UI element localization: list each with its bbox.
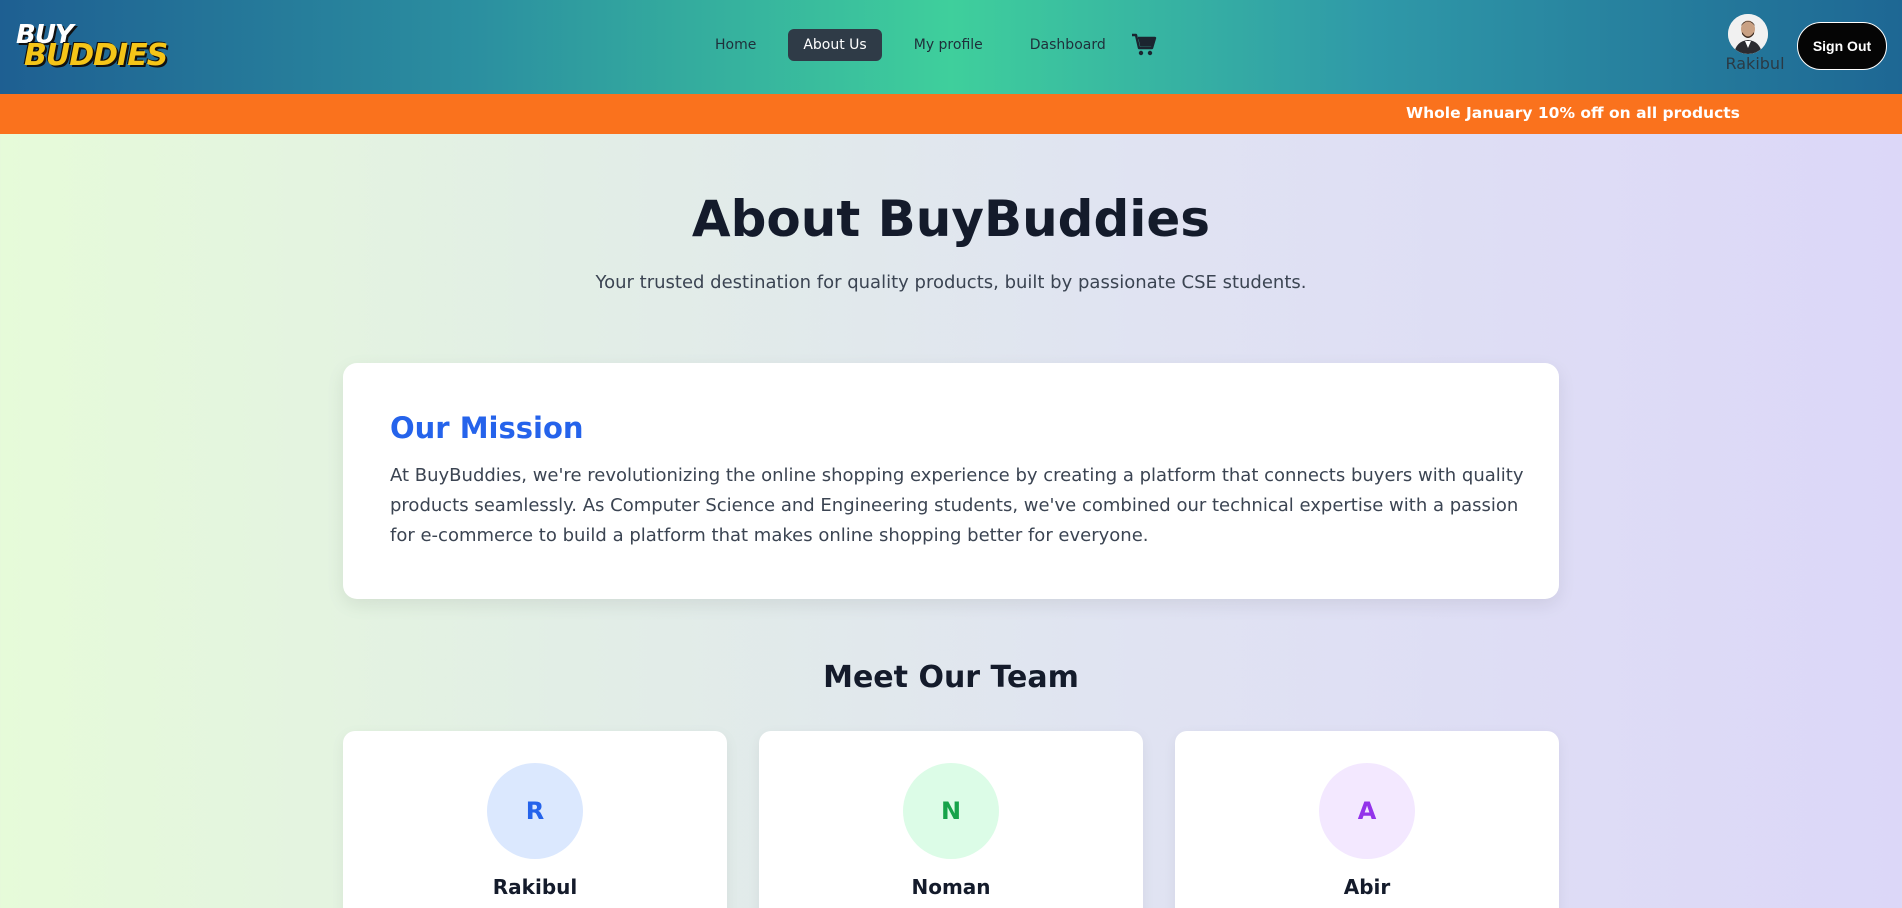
team-avatar: A <box>1319 763 1415 859</box>
user-name: Rakibul <box>1725 54 1785 73</box>
team-section-title: Meet Our Team <box>823 660 1079 695</box>
page-title: About BuyBuddies <box>691 190 1211 248</box>
nav-my-profile[interactable]: My profile <box>899 29 998 61</box>
team-avatar: R <box>487 763 583 859</box>
user-avatar[interactable] <box>1728 14 1768 54</box>
mission-title: Our Mission <box>390 411 584 445</box>
logo-bottom-text: BUDDIES <box>24 38 168 73</box>
navbar: BUY BUDDIES Home About Us My profile Das… <box>0 0 1902 94</box>
nav-about-us[interactable]: About Us <box>788 29 882 61</box>
team-avatar: N <box>903 763 999 859</box>
nav-dashboard[interactable]: Dashboard <box>1015 29 1121 61</box>
brand-logo[interactable]: BUY BUDDIES <box>14 20 168 73</box>
sign-out-button[interactable]: Sign Out <box>1797 22 1887 70</box>
mission-card: Our Mission At BuyBuddies, we're revolut… <box>343 363 1559 599</box>
promo-text: Whole January 10% off on all products <box>1406 104 1740 122</box>
mission-text: At BuyBuddies, we're revolutionizing the… <box>390 465 1524 546</box>
team-card-noman: N Noman <box>759 731 1143 908</box>
main-nav: Home About Us My profile Dashboard <box>700 27 1138 63</box>
nav-home[interactable]: Home <box>700 29 771 61</box>
promo-banner: Whole January 10% off on all products <box>0 94 1902 134</box>
page-subtitle: Your trusted destination for quality pro… <box>595 272 1307 293</box>
team-member-name: Noman <box>911 875 991 899</box>
team-member-name: Rakibul <box>492 875 578 899</box>
team-card-rakibul: R Rakibul <box>343 731 727 908</box>
shopping-cart-icon[interactable] <box>1131 33 1157 57</box>
team-member-name: Abir <box>1343 875 1391 899</box>
team-card-abir: A Abir <box>1175 731 1559 908</box>
